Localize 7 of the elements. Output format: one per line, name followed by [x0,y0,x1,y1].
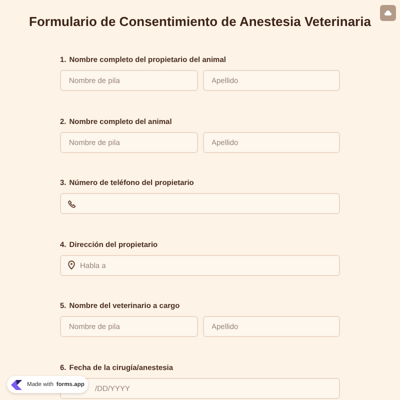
logo-icon [10,378,24,390]
phone-icon [68,200,76,208]
cloud-button[interactable] [380,5,396,21]
form-title: Formulario de Consentimiento de Anestesia Veterinaria [29,14,371,29]
location-pin-icon [68,260,75,270]
cloud-icon [384,10,392,16]
phone-field[interactable] [60,193,340,214]
